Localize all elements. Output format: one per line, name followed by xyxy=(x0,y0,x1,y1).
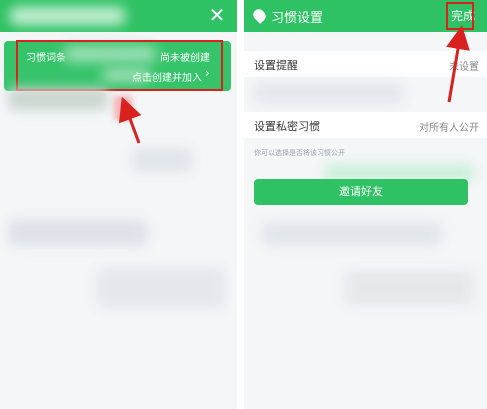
arrow-to-done xyxy=(446,25,470,103)
annotation-arrows xyxy=(118,25,470,144)
arrow-to-banner xyxy=(118,96,142,144)
